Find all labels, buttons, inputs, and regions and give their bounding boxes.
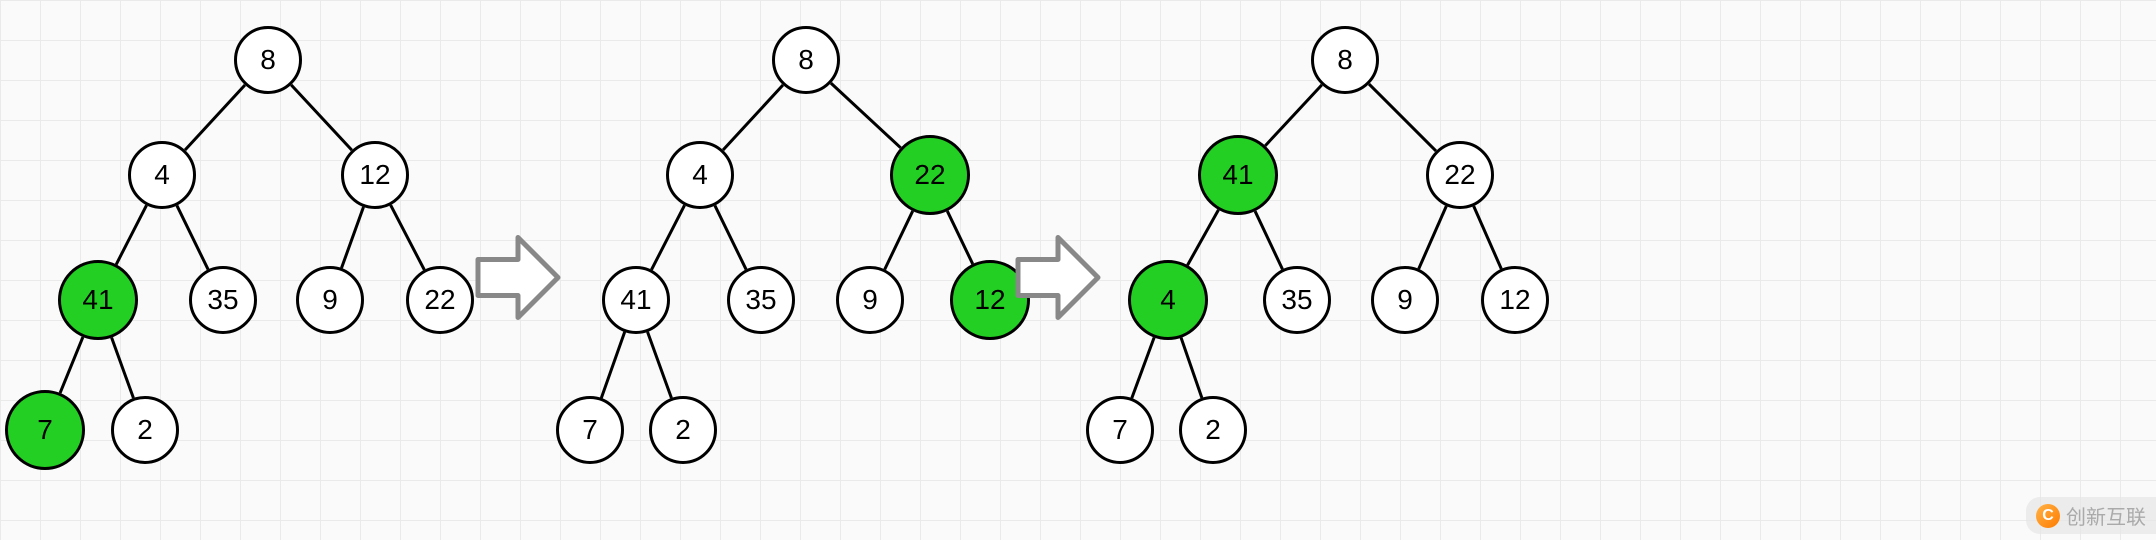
watermark-text: 创新互联 bbox=[2066, 501, 2146, 530]
tree-edge bbox=[116, 205, 146, 264]
tree-edge bbox=[291, 85, 352, 150]
tree-node: 2 bbox=[1179, 396, 1247, 464]
tree-edge bbox=[648, 332, 672, 398]
watermark-logo-icon bbox=[2036, 504, 2060, 528]
tree-edge bbox=[112, 338, 134, 398]
tree-node: 9 bbox=[296, 266, 364, 334]
tree-node: 12 bbox=[341, 141, 409, 209]
tree-node: 35 bbox=[1263, 266, 1331, 334]
tree-edge bbox=[601, 332, 624, 398]
tree-edge bbox=[177, 206, 208, 270]
tree-edge bbox=[885, 211, 913, 269]
tree-node: 22 bbox=[406, 266, 474, 334]
tree-edge bbox=[715, 206, 746, 270]
tree-node: 7 bbox=[556, 396, 624, 464]
tree-edge bbox=[1181, 338, 1202, 398]
tree-node: 8 bbox=[234, 26, 302, 94]
tree-node: 22 bbox=[1426, 141, 1494, 209]
tree-node: 2 bbox=[649, 396, 717, 464]
step-arrow-icon bbox=[474, 230, 562, 331]
tree-node: 7 bbox=[1086, 396, 1154, 464]
tree-edge bbox=[1474, 206, 1502, 269]
tree-edge bbox=[1132, 338, 1154, 399]
tree-edge bbox=[342, 207, 364, 268]
tree-node: 35 bbox=[727, 266, 795, 334]
tree-node: 9 bbox=[1371, 266, 1439, 334]
tree-node: 7 bbox=[5, 390, 85, 470]
tree-edge bbox=[391, 205, 425, 270]
tree-node: 4 bbox=[1128, 260, 1208, 340]
step-arrow-icon bbox=[1014, 230, 1102, 331]
tree-node: 8 bbox=[772, 26, 840, 94]
tree-node: 35 bbox=[189, 266, 257, 334]
tree-node: 12 bbox=[1481, 266, 1549, 334]
tree-edge bbox=[947, 211, 972, 264]
watermark: 创新互联 bbox=[2026, 497, 2156, 534]
tree-edge bbox=[831, 83, 901, 148]
tree-node: 41 bbox=[58, 260, 138, 340]
tree-node: 9 bbox=[836, 266, 904, 334]
tree-node: 41 bbox=[1198, 135, 1278, 215]
tree-edge bbox=[1265, 85, 1322, 146]
tree-node: 4 bbox=[666, 141, 734, 209]
tree-edge bbox=[651, 205, 684, 269]
tree-edge bbox=[185, 85, 245, 150]
tree-node: 4 bbox=[128, 141, 196, 209]
tree-edge bbox=[1369, 84, 1436, 151]
tree-edge bbox=[1419, 206, 1447, 269]
tree-edge bbox=[1255, 211, 1282, 269]
tree-node: 8 bbox=[1311, 26, 1379, 94]
tree-edge bbox=[60, 337, 83, 393]
tree-edge bbox=[1188, 210, 1219, 265]
tree-node: 22 bbox=[890, 135, 970, 215]
tree-node: 2 bbox=[111, 396, 179, 464]
tree-edge bbox=[723, 85, 783, 150]
tree-node: 41 bbox=[602, 266, 670, 334]
